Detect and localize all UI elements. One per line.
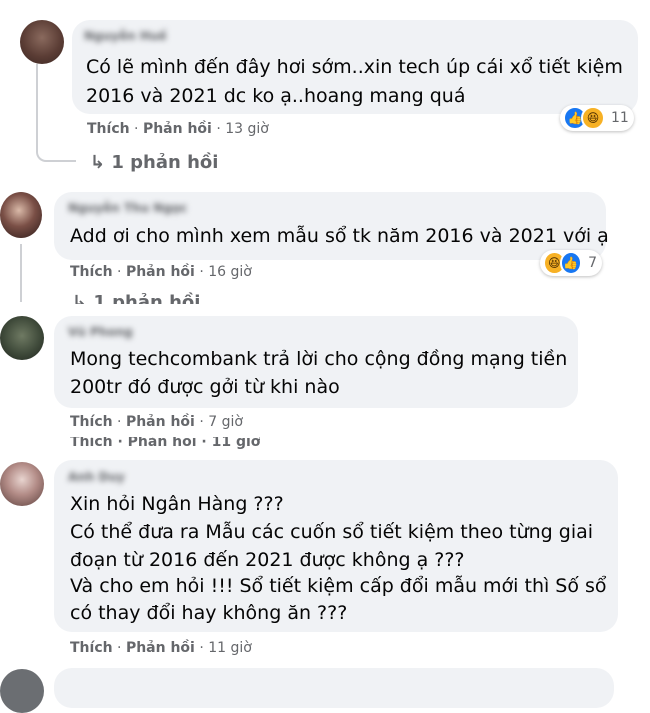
- separator: ·: [117, 414, 122, 430]
- comment-actions: Thích · Phản hồi · 7 giờ: [70, 414, 243, 430]
- avatar[interactable]: [0, 462, 44, 506]
- view-replies-link[interactable]: ↳ 1 phản hồi: [72, 292, 200, 304]
- thread-line: [20, 244, 22, 302]
- comment-bubble: Anh Duy Xin hỏi Ngân Hàng ??? Có thể đưa…: [54, 460, 618, 632]
- comment-text: Xin hỏi Ngân Hàng ???: [70, 493, 284, 515]
- comment-actions: Thích · Phản hồi · 13 giờ: [87, 121, 269, 137]
- reply-button[interactable]: Phản hồi: [143, 121, 212, 137]
- separator: ·: [134, 121, 139, 137]
- like-button[interactable]: Thích: [87, 121, 130, 137]
- separator: ·: [216, 121, 221, 137]
- avatar[interactable]: [20, 20, 64, 64]
- comment-actions: Thích · Phản hồi · 16 giờ: [70, 264, 252, 280]
- like-icon: 👍: [559, 251, 583, 275]
- like-button[interactable]: Thích: [70, 640, 113, 656]
- replies-count: 1 phản hồi: [93, 292, 201, 304]
- reaction-summary[interactable]: 👍 😆 11: [560, 105, 634, 131]
- comment-text: Add ơi cho mình xem mẫu sổ tk năm 2016 v…: [70, 225, 609, 247]
- comment-bubble: Vũ Phong Mong techcombank trả lời cho cộ…: [54, 316, 578, 408]
- separator: ·: [117, 264, 122, 280]
- reaction-count: 11: [611, 110, 629, 126]
- separator: ·: [117, 640, 122, 656]
- reply-button[interactable]: Phản hồi: [126, 414, 195, 430]
- comment-time[interactable]: 13 giờ: [225, 121, 269, 137]
- comment-bubble: Nguyễn Huế Có lẽ mình đến đây hơi sớm..x…: [72, 20, 638, 114]
- comment-bubble: [54, 668, 614, 708]
- comment-bubble: Nguyễn Thu Ngọc Add ơi cho mình xem mẫu …: [54, 192, 609, 260]
- haha-icon: 😆: [581, 106, 605, 130]
- reply-arrow-icon: ↳: [72, 292, 88, 304]
- reply-arrow-icon: ↳: [90, 152, 106, 173]
- like-button[interactable]: Thích: [70, 414, 113, 430]
- avatar[interactable]: [0, 669, 44, 713]
- avatar[interactable]: [0, 192, 42, 238]
- comment-text: Mong techcombank trả lời cho cộng đồng m…: [70, 348, 568, 370]
- comment-text: Có thể đưa ra Mẫu các cuốn sổ tiết kiệm …: [70, 521, 594, 543]
- comment-actions: Thích · Phản hồi · 11 giờ: [70, 640, 252, 656]
- reaction-summary[interactable]: 😆 👍 7: [540, 250, 602, 276]
- like-button[interactable]: Thích: [70, 264, 113, 280]
- comment-text: Và cho em hỏi !!! Sổ tiết kiệm cấp đổi m…: [70, 575, 607, 597]
- comment-text: có thay đổi hay không ăn ???: [70, 602, 348, 624]
- thread-line: [36, 64, 76, 162]
- comment-text: đoạn từ 2016 đến 2021 được không ạ ???: [70, 549, 465, 571]
- comment-time[interactable]: 7 giờ: [208, 414, 243, 430]
- comment-text: 2016 và 2021 dc ko ạ..hoang mang quá: [86, 85, 466, 107]
- comment-author[interactable]: Nguyễn Huế: [84, 29, 167, 43]
- comment-time[interactable]: 16 giờ: [208, 264, 252, 280]
- comment-author[interactable]: Anh Duy: [68, 470, 125, 484]
- reaction-count: 7: [588, 255, 597, 271]
- view-replies-link[interactable]: ↳ 1 phản hồi: [90, 152, 218, 173]
- separator: ·: [199, 640, 204, 656]
- reply-button[interactable]: Phản hồi: [126, 264, 195, 280]
- comment-text: Có lẽ mình đến đây hơi sớm..xin tech úp …: [86, 56, 623, 78]
- comment-author[interactable]: Vũ Phong: [68, 325, 133, 339]
- comment-text: 200tr đó được gởi từ khi nào: [70, 376, 340, 398]
- comment-time[interactable]: 11 giờ: [208, 640, 252, 656]
- comment-author[interactable]: Nguyễn Thu Ngọc: [68, 201, 187, 215]
- separator: ·: [199, 264, 204, 280]
- replies-count: 1 phản hồi: [111, 152, 219, 173]
- reply-button[interactable]: Phản hồi: [126, 640, 195, 656]
- separator: ·: [199, 414, 204, 430]
- avatar[interactable]: [0, 316, 44, 360]
- comment-actions-overlap: Thích · Phản hồi · 11 giờ: [70, 437, 261, 449]
